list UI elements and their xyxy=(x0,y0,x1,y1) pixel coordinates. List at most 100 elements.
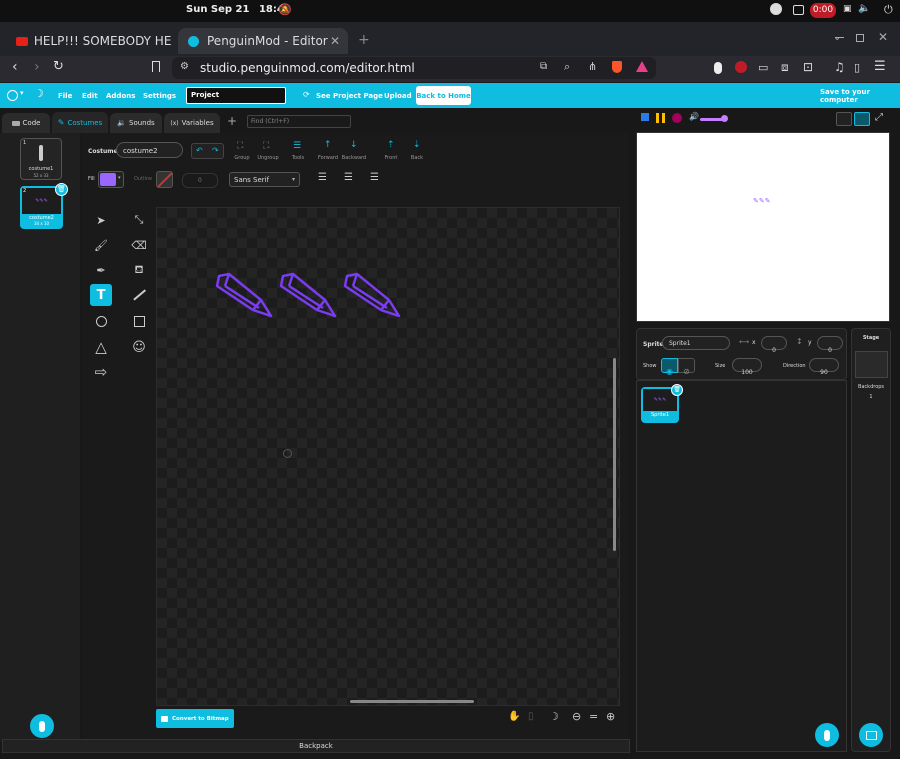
steam-icon[interactable] xyxy=(770,3,782,15)
menu-addons[interactable]: Addons xyxy=(106,83,135,108)
language-icon[interactable] xyxy=(7,90,18,101)
tab-code[interactable]: Code xyxy=(2,113,50,133)
hand-tool-icon[interactable]: ✋ xyxy=(508,711,520,722)
undo-icon[interactable]: ↶ xyxy=(196,146,203,155)
redo-icon[interactable]: ↷ xyxy=(212,146,219,155)
y-input[interactable]: 0 xyxy=(817,336,843,354)
extension-icon[interactable] xyxy=(714,62,722,74)
close-window-button[interactable]: ✕ xyxy=(878,30,888,44)
new-tab-button[interactable]: + xyxy=(358,32,370,48)
wallet-icon[interactable]: ▭ xyxy=(758,61,768,74)
delete-sprite-icon[interactable]: 🗑 xyxy=(671,384,683,396)
fill-color-swatch[interactable]: ▾ xyxy=(98,171,124,188)
costume-item-1[interactable]: 1 costume1 52 x 33 xyxy=(20,138,62,180)
close-tab-icon[interactable]: ✕ xyxy=(330,34,340,48)
project-title-input[interactable]: Project xyxy=(186,87,286,104)
zoom-icon[interactable]: ⌕ xyxy=(564,60,570,74)
back-icon[interactable]: ‹ xyxy=(12,59,18,75)
site-info-icon[interactable]: ⚙ xyxy=(180,61,189,72)
paint-canvas[interactable] xyxy=(156,207,620,706)
outline-color-swatch[interactable] xyxy=(156,171,173,188)
add-tab-button[interactable]: + xyxy=(227,114,237,128)
music-icon[interactable]: ♫ xyxy=(834,60,845,74)
stage-canvas[interactable]: ✎✎✎ xyxy=(636,132,890,322)
minimize-button[interactable] xyxy=(835,37,844,38)
vertical-scrollbar[interactable] xyxy=(613,358,616,551)
share-icon[interactable]: ⋔ xyxy=(588,60,597,73)
sprite-item[interactable]: ✎✎✎ Sprite1 🗑 xyxy=(641,384,683,423)
zoom-reset-icon[interactable]: = xyxy=(589,710,598,723)
dark-mode-icon[interactable]: ☽ xyxy=(549,710,559,723)
record-indicator[interactable]: 0:00 xyxy=(810,3,836,18)
triangle-tool[interactable]: △ xyxy=(90,336,112,358)
tools-icon[interactable]: ☰ xyxy=(293,141,301,151)
align-left-icon[interactable]: ☰ xyxy=(318,172,327,183)
extension-red-icon[interactable] xyxy=(735,61,747,73)
align-right-icon[interactable]: ☰ xyxy=(370,172,379,183)
maximize-button[interactable] xyxy=(856,34,864,42)
costume-name-input[interactable]: costume2 xyxy=(116,142,183,158)
extensions-puzzle-icon[interactable]: ⧈ xyxy=(781,60,789,75)
pen-tool[interactable]: ✒ xyxy=(90,259,112,281)
add-costume-button[interactable] xyxy=(30,714,54,738)
emoji-tool[interactable]: ☺ xyxy=(128,336,150,358)
text-tool[interactable]: T xyxy=(90,284,112,306)
upload-button[interactable]: Upload xyxy=(384,83,412,108)
tab-variables[interactable]: (x) Variables xyxy=(164,113,220,133)
sidebar-icon[interactable]: ▯ xyxy=(854,61,860,74)
backward-arrow-icon[interactable]: ↓ xyxy=(350,140,358,150)
forward-icon[interactable]: › xyxy=(34,59,40,75)
menu-settings[interactable]: Settings xyxy=(143,83,176,108)
brave-rewards-icon[interactable] xyxy=(636,61,648,72)
stop-icon[interactable] xyxy=(672,113,682,123)
line-tool[interactable] xyxy=(128,284,150,306)
volume-slider-handle[interactable] xyxy=(721,115,728,122)
align-center-icon[interactable]: ☰ xyxy=(344,172,353,183)
theme-moon-icon[interactable]: ☽ xyxy=(34,87,44,100)
volume-icon[interactable]: 🔈 xyxy=(858,3,870,14)
delete-costume-icon[interactable]: 🗑 xyxy=(55,183,68,196)
fill-tool[interactable]: ⛾ xyxy=(128,259,150,281)
find-input[interactable]: Find (Ctrl+F) xyxy=(247,115,351,128)
x-input[interactable]: 0 xyxy=(761,336,787,354)
pause-icon[interactable] xyxy=(656,113,665,123)
open-app-icon[interactable]: ⧉ xyxy=(540,61,547,72)
save-to-computer-button[interactable]: Save to your computer xyxy=(820,83,900,108)
front-arrow-icon[interactable]: ⇡ xyxy=(387,140,395,150)
url-field[interactable]: ⚙ studio.penguinmod.com/editor.html ⧉ ⌕ … xyxy=(172,57,656,79)
fullscreen-icon[interactable]: ⤢ xyxy=(875,112,883,123)
arrow-tool[interactable]: ⇨ xyxy=(90,361,112,383)
outline-width-input[interactable]: 0 xyxy=(182,173,218,188)
tab-help[interactable]: HELP!!! SOMEBODY HELP!!! xyxy=(6,28,172,54)
forward-arrow-icon[interactable]: ↑ xyxy=(324,140,332,150)
sprite-name-input[interactable]: Sprite1 xyxy=(662,336,730,350)
pencil-drawing[interactable] xyxy=(209,272,409,322)
language-chevron-icon[interactable]: ▾ xyxy=(20,89,24,97)
tab-costumes[interactable]: ✎ Costumes xyxy=(52,112,108,133)
font-select[interactable]: Sans Serif ▾ xyxy=(229,172,300,187)
see-project-page-button[interactable]: See Project Page xyxy=(316,83,383,108)
back-to-home-button[interactable]: Back to Home xyxy=(416,86,471,105)
zoom-out-icon[interactable]: ⊖ xyxy=(572,710,581,723)
bookmark-icon[interactable] xyxy=(152,61,160,72)
tab-sounds[interactable]: 🔉 Sounds xyxy=(110,113,162,133)
size-input[interactable]: 100 xyxy=(732,358,762,376)
show-visible-button[interactable]: ◉ xyxy=(661,358,678,376)
tab-penguinmod[interactable]: PenguinMod - Editor ✕ xyxy=(178,28,348,54)
ungroup-icon[interactable]: ⛶ xyxy=(263,141,269,151)
brush-tool[interactable]: 🖌 xyxy=(90,234,112,256)
reload-icon[interactable]: ↻ xyxy=(53,59,64,74)
menu-file[interactable]: File xyxy=(58,83,72,108)
network-icon[interactable]: ▣ xyxy=(843,4,852,14)
show-hidden-button[interactable]: ⊘ xyxy=(678,358,695,376)
green-flag-icon[interactable] xyxy=(641,113,649,121)
reshape-tool[interactable]: ⤡ xyxy=(128,209,150,231)
volume-slider-icon[interactable]: 🔊 xyxy=(689,112,699,121)
large-stage-button[interactable] xyxy=(854,112,870,126)
menu-edit[interactable]: Edit xyxy=(82,83,98,108)
backpack-bar[interactable]: Backpack xyxy=(2,739,630,753)
circle-tool[interactable] xyxy=(90,310,112,332)
convert-to-bitmap-button[interactable]: Convert to Bitmap xyxy=(156,709,234,728)
bell-off-icon[interactable]: 🔕 xyxy=(278,3,292,16)
add-backdrop-button[interactable] xyxy=(859,723,883,747)
